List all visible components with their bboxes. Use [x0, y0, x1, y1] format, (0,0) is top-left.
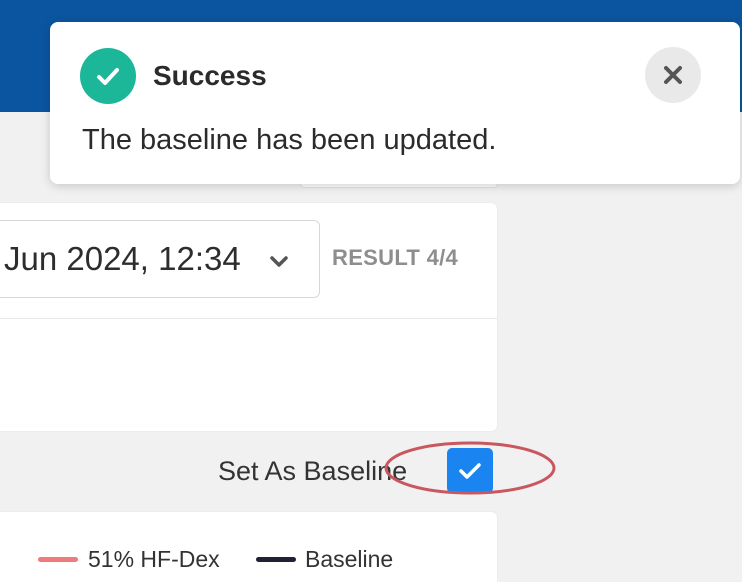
- check-icon: [97, 68, 119, 85]
- close-icon: [664, 66, 682, 84]
- toast-message: The baseline has been updated.: [82, 124, 497, 156]
- check-circle-icon: [80, 48, 136, 104]
- legend-swatch-baseline: [256, 557, 296, 562]
- chart-card: [0, 512, 497, 582]
- result-date-value: Jun 2024, 12:34: [4, 240, 241, 277]
- annotation-ellipse: [384, 441, 556, 495]
- toast-title: Success: [153, 60, 267, 91]
- legend-swatch-hf-dex: [38, 557, 78, 562]
- result-counter: RESULT 4/4: [332, 245, 459, 270]
- set-as-baseline-label: Set As Baseline: [218, 456, 408, 486]
- close-toast-button[interactable]: [645, 47, 701, 103]
- chevron-down-icon[interactable]: [264, 246, 294, 276]
- legend-label-hf-dex: 51% HF-Dex: [88, 546, 220, 572]
- success-toast: [50, 22, 740, 184]
- card-divider: [0, 318, 497, 319]
- legend-label-baseline: Baseline: [305, 546, 394, 572]
